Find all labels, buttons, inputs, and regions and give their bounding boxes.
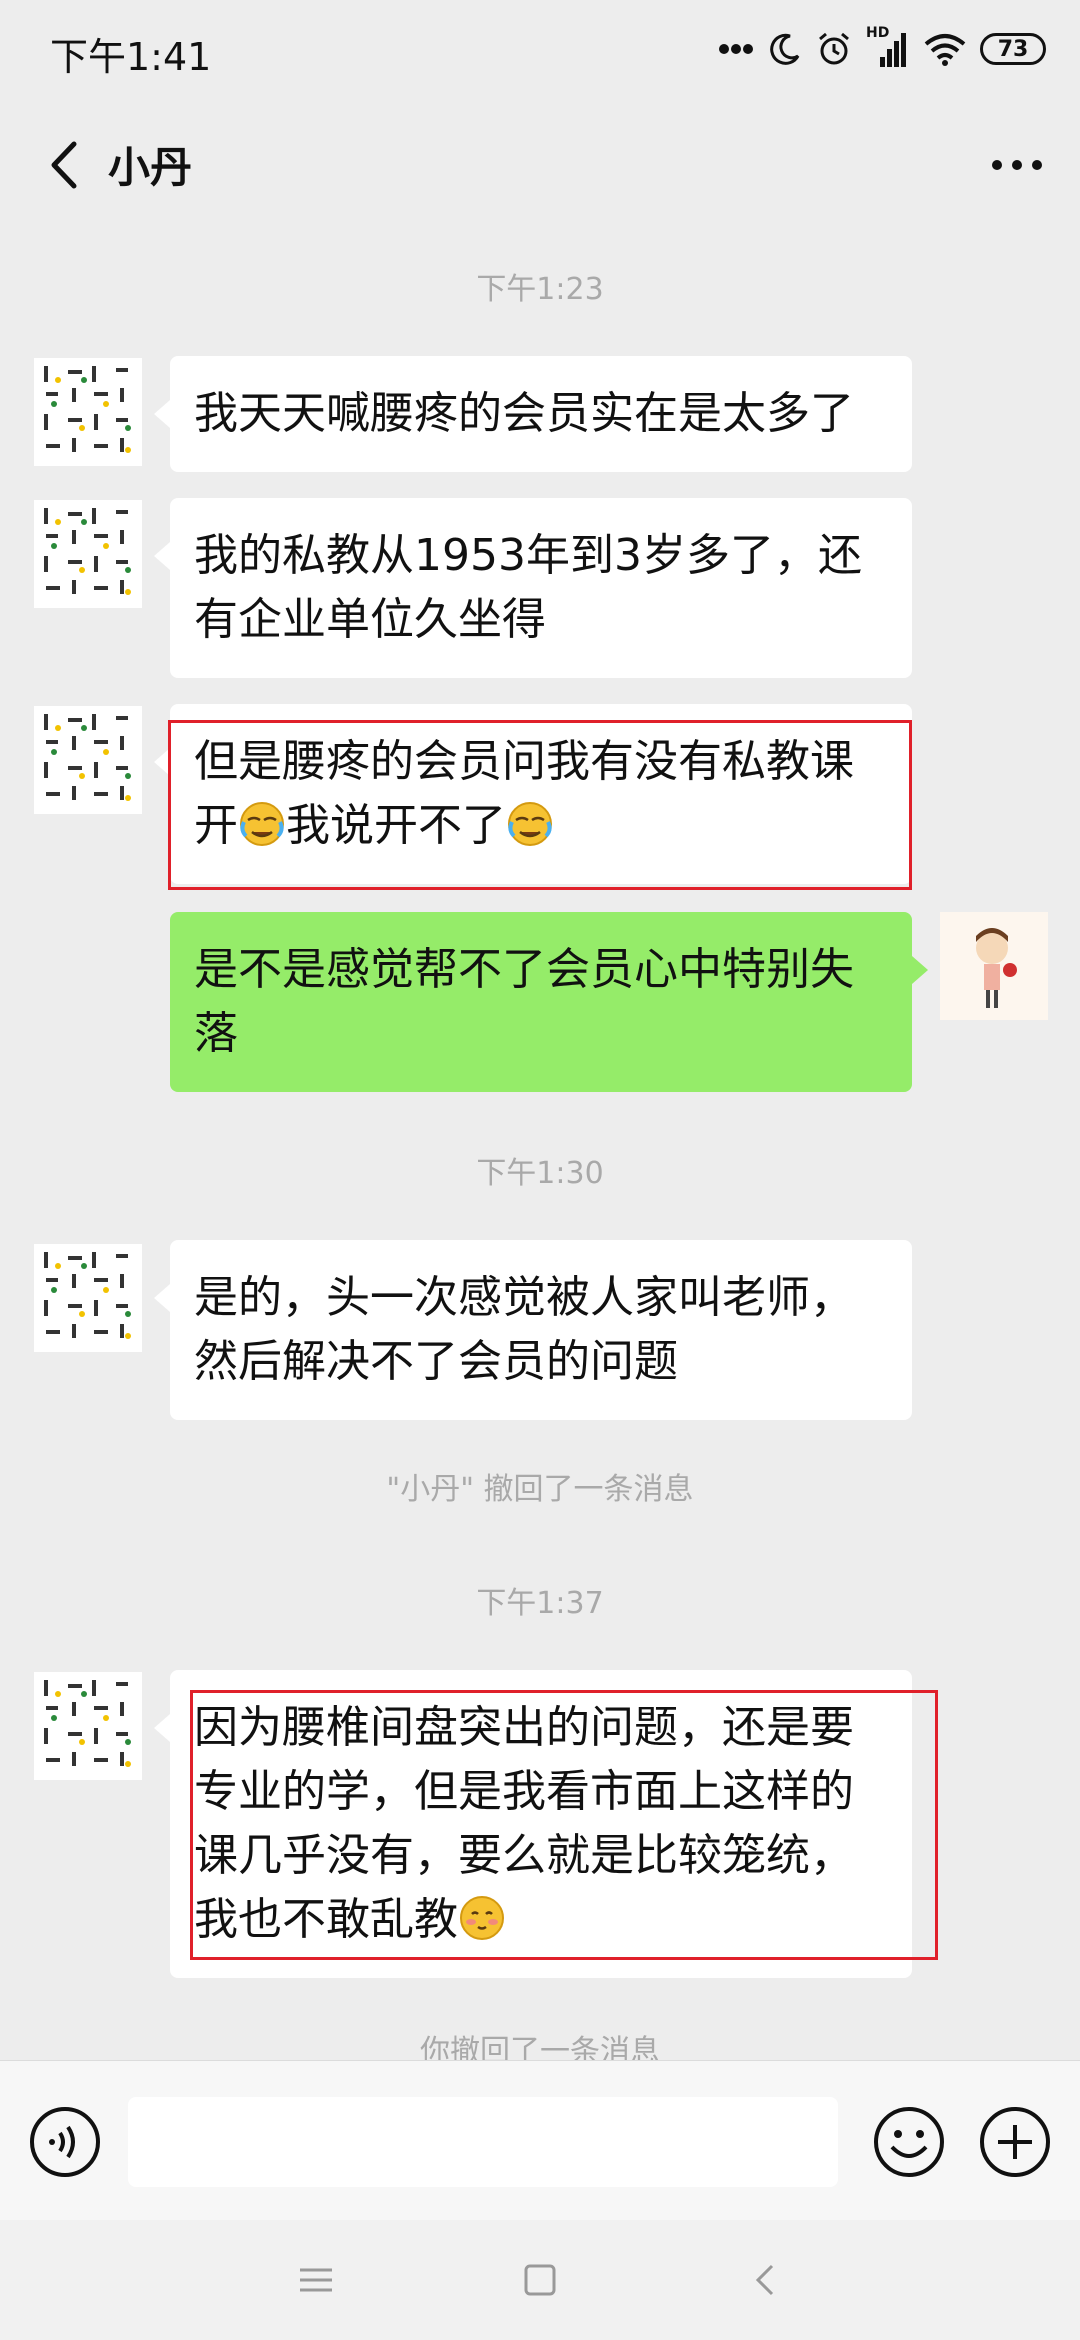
- avatar[interactable]: [34, 358, 142, 466]
- timestamp: 下午1:23: [476, 272, 604, 307]
- status-icons: HD 73: [718, 24, 1046, 74]
- status-bar: 下午1:41 HD 73: [0, 0, 1080, 100]
- message-input[interactable]: [128, 2097, 838, 2187]
- highlight-box: [190, 1690, 938, 1960]
- signal-icon: HD: [866, 25, 910, 69]
- back-triangle-icon[interactable]: [736, 2250, 796, 2310]
- chat-title: 小丹: [108, 143, 193, 192]
- system-navigation-bar: [0, 2220, 1080, 2340]
- yoga-poses-avatar-image: [44, 508, 131, 595]
- battery-icon: 73: [980, 33, 1046, 65]
- cartoon-girl-avatar-image: [976, 928, 1017, 1008]
- message-bubble-outgoing[interactable]: 是不是感觉帮不了会员心中特别失落: [170, 912, 928, 1092]
- more-functions-plus-icon[interactable]: [978, 2105, 1052, 2179]
- avatar[interactable]: [34, 1672, 142, 1780]
- timestamp: 下午1:37: [476, 1586, 604, 1621]
- battery-level: 73: [997, 36, 1029, 62]
- message-input-bar: [0, 2060, 1080, 2221]
- timestamp: 下午1:30: [476, 1156, 604, 1191]
- wifi-icon: [924, 34, 966, 66]
- self-avatar[interactable]: [940, 912, 1048, 1020]
- moon-icon: [770, 33, 800, 65]
- avatar[interactable]: [34, 706, 142, 814]
- chat-messages[interactable]: 下午1:23 我天天喊腰疼的会员实在是太多了 我的私教从1953年到3岁多了，还…: [0, 230, 1080, 2060]
- message-bubble-incoming[interactable]: 我天天喊腰疼的会员实在是太多了: [154, 356, 912, 472]
- yoga-poses-avatar-image: [44, 1252, 131, 1339]
- yoga-poses-avatar-image: [44, 714, 131, 801]
- voice-input-icon[interactable]: [28, 2105, 102, 2179]
- message-bubble-incoming[interactable]: 我的私教从1953年到3岁多了，还有企业单位久坐得: [154, 498, 912, 678]
- avatar[interactable]: [34, 500, 142, 608]
- highlight-box: [168, 720, 912, 890]
- more-options-icon[interactable]: [982, 132, 1052, 198]
- message-bubble-incoming[interactable]: 是的，头一次感觉被人家叫老师，然后解决不了会员的问题: [154, 1240, 912, 1420]
- emoji-picker-icon[interactable]: [872, 2105, 946, 2179]
- avatar[interactable]: [34, 1244, 142, 1352]
- yoga-poses-avatar-image: [44, 366, 131, 453]
- menu-lines-icon[interactable]: [286, 2250, 346, 2310]
- chat-header: 小丹: [0, 100, 1080, 230]
- more-dots-icon: [719, 44, 753, 54]
- back-icon[interactable]: [30, 130, 100, 200]
- network-label: HD: [866, 25, 890, 41]
- yoga-poses-avatar-image: [44, 1680, 131, 1767]
- recall-notice: "小丹" 撤回了一条消息: [386, 1472, 694, 1507]
- alarm-icon: [819, 32, 849, 65]
- status-time: 下午1:41: [50, 35, 212, 79]
- home-square-icon[interactable]: [510, 2250, 570, 2310]
- recall-notice: 你撤回了一条消息: [420, 2034, 660, 2060]
